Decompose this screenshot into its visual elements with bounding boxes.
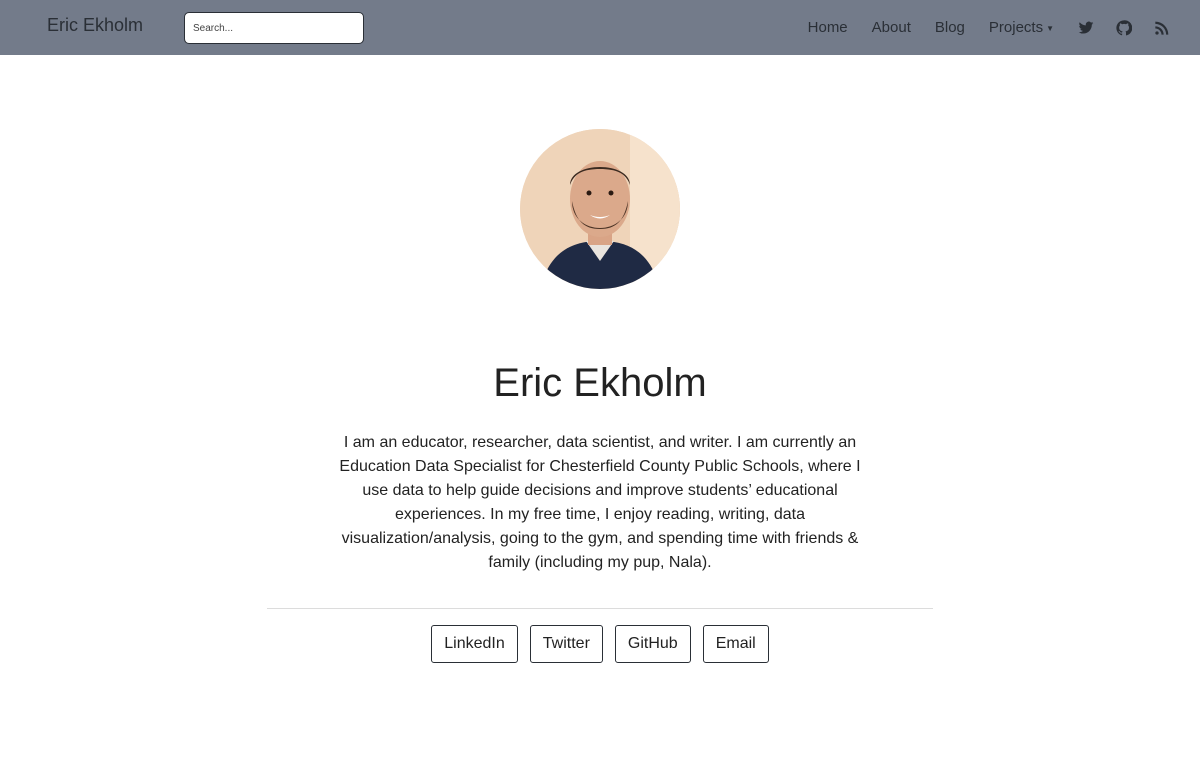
github-button[interactable]: GitHub — [614, 625, 691, 663]
email-button[interactable]: Email — [702, 625, 769, 663]
twitter-icon[interactable] — [1078, 20, 1094, 36]
rss-icon[interactable] — [1154, 20, 1170, 36]
github-icon[interactable] — [1116, 19, 1132, 36]
nav-links: Home About Blog Projects ▼ — [808, 0, 1200, 55]
nav-blog-link[interactable]: Blog — [935, 19, 965, 36]
profile-name: Eric Ekholm — [493, 361, 707, 405]
search-input[interactable] — [184, 12, 364, 44]
nav-about-link[interactable]: About — [872, 19, 911, 36]
divider — [267, 608, 933, 609]
nav-projects-dropdown[interactable]: Projects ▼ — [989, 19, 1054, 36]
site-brand-link[interactable]: Eric Ekholm — [47, 15, 143, 36]
nav-home-link[interactable]: Home — [808, 19, 848, 36]
avatar — [520, 129, 680, 289]
linkedin-button[interactable]: LinkedIn — [431, 625, 518, 663]
nav-projects-label: Projects — [988, 19, 1044, 36]
chevron-down-icon: ▼ — [1046, 23, 1054, 33]
top-navbar: Eric Ekholm Home About Blog Projects▼ — [0, 0, 1200, 55]
social-links: LinkedIn Twitter GitHub Email — [0, 625, 1200, 663]
profile-photo — [520, 129, 680, 289]
profile-bio: I am an educator, researcher, data scien… — [339, 434, 861, 571]
twitter-button[interactable]: Twitter — [529, 625, 603, 663]
